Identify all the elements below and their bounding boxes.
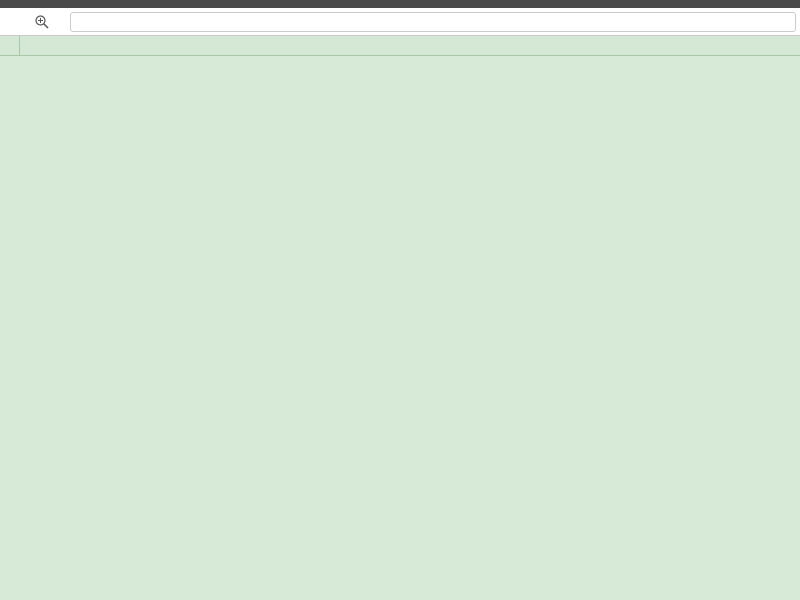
- corner-spacer: [0, 36, 20, 55]
- spreadsheet[interactable]: [0, 36, 800, 600]
- window-top-bar: [0, 0, 800, 8]
- formula-input[interactable]: [70, 12, 796, 32]
- column-headers: [0, 36, 800, 56]
- formula-bar: [0, 8, 800, 36]
- grid[interactable]: [0, 56, 800, 600]
- zoom-icon[interactable]: [34, 14, 50, 30]
